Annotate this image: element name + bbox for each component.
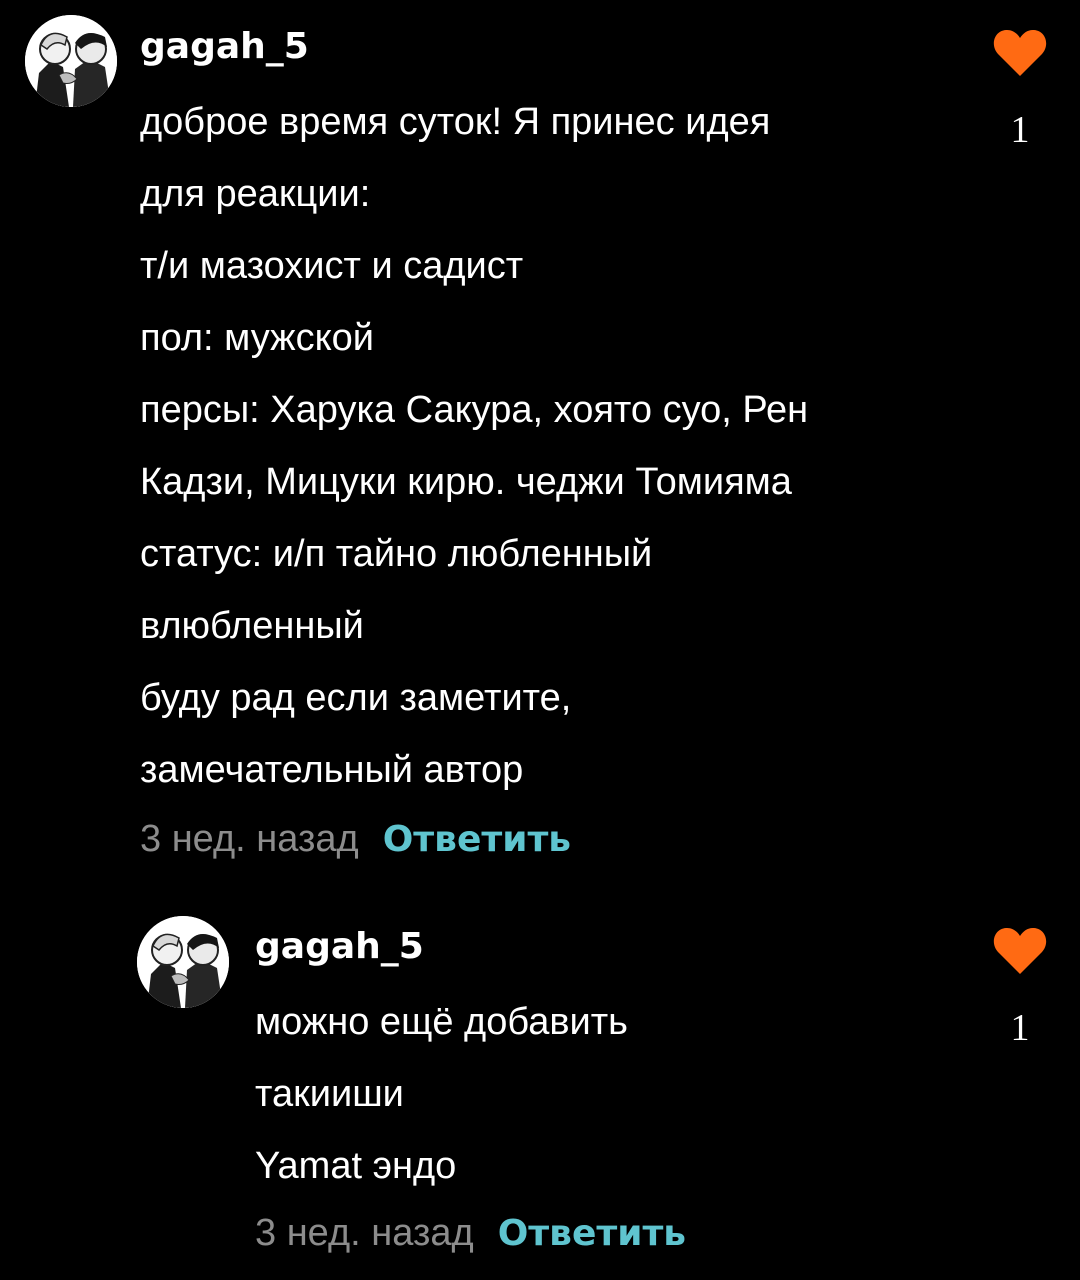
reply-button[interactable]: Ответить [498,1213,686,1254]
reply-button[interactable]: Ответить [383,819,571,860]
comment-line: замечательный автор [140,749,524,791]
comment-line: такииши [255,1073,404,1115]
comment-line: можно ещё добавить [255,1001,628,1043]
comment-text: доброе время суток! Я принес идея для ре… [140,86,808,806]
comment-line: доброе время суток! Я принес идея [140,101,771,143]
comment-text: можно ещё добавить такииши Yamat эндо [255,986,628,1202]
comment-line: буду рад если заметите, [140,677,572,719]
comment-line: Yamat эндо [255,1145,457,1187]
timestamp: 3 нед. назад [255,1212,474,1254]
timestamp: 3 нед. назад [140,818,359,860]
user-avatar-icon[interactable] [137,916,229,1008]
like-count: 1 [1010,1007,1030,1049]
like-widget: 1 [985,28,1055,152]
heart-icon[interactable] [992,28,1048,78]
username[interactable]: gagah_5 [140,26,309,67]
comment-line: статус: и/п тайно любленный [140,533,653,575]
comment-line: влюбленный [140,605,364,647]
comment-line: Кадзи, Мицуки кирю. чеджи Томияма [140,461,792,503]
like-count: 1 [1010,109,1030,151]
heart-icon[interactable] [992,926,1048,976]
comment-line: для реакции: [140,173,371,215]
comment: gagah_5 доброе время суток! Я принес иде… [0,0,1080,880]
comment-line: пол: мужской [140,317,374,359]
comment-line: персы: Харука Сакура, хоято суо, Рен [140,389,809,431]
comment-meta: 3 нед. назад Ответить [255,1212,686,1255]
user-avatar-icon[interactable] [25,15,117,107]
username[interactable]: gagah_5 [255,926,424,967]
comment-meta: 3 нед. назад Ответить [140,818,571,861]
like-widget: 1 [985,926,1055,1050]
comment-line: т/и мазохист и садист [140,245,524,287]
reply-comment: gagah_5 можно ещё добавить такииши Yamat… [0,900,1080,1280]
